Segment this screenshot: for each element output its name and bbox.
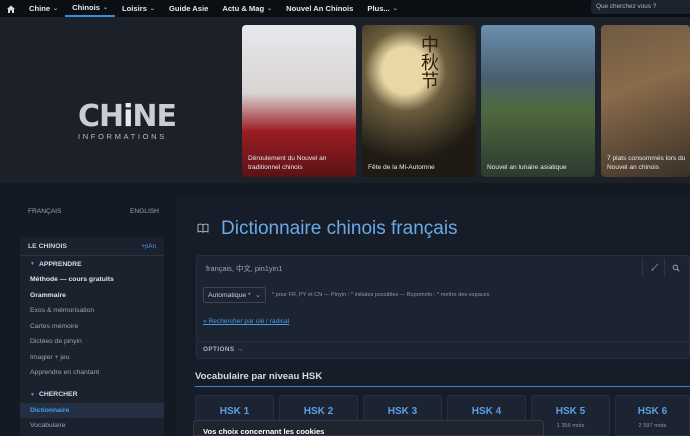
sidebar-item-cartes[interactable]: Cartes mémoire [20,319,164,335]
sidebar-item-chantant[interactable]: Apprendre en chantant [20,365,164,381]
top-navigation: Chine ⌄ Chinois ⌄ Loisirs ⌄ Guide Asie Actu… [0,0,690,17]
brush-icon[interactable] [645,258,665,277]
sidebar-item-methode[interactable]: Méthode — cours gratuits [20,272,164,288]
nav-loisirs[interactable]: Loisirs ⌄ [115,0,162,17]
sidebar-item-imagier[interactable]: Imagier + jeu [20,350,164,366]
chevron-down-icon: ⌄ [149,6,155,12]
nav-chine[interactable]: Chine ⌄ [22,0,65,17]
sidebar-item-dictionnaire[interactable]: Dictionnaire [20,402,164,418]
nav-guide-asie[interactable]: Guide Asie [162,0,215,17]
chevron-down-icon: ⌄ [53,6,59,12]
home-icon[interactable] [0,0,22,17]
nav-label: Nouvel An Chinois [286,4,354,13]
page-title: Dictionnaire chinois français [221,218,458,239]
triangle-down-icon: ▼ [30,391,35,398]
card-caption: 7 plats consommés lors du Nouvel an chin… [607,155,686,171]
section-label: CHERCHER [38,391,78,398]
sidebar-item-exos[interactable]: Exos & mémorisation [20,303,164,319]
logo-part: NE [132,99,177,134]
nav-plus[interactable]: Plus... ⌄ [360,0,404,17]
nav-label: Chinois [72,3,100,12]
hsk-divider [195,386,690,387]
book-icon [197,223,209,233]
hsk-level: HSK 5 [555,406,586,417]
chevron-down-icon: ⌄ [102,5,109,11]
select-value: Automatique * [208,291,251,299]
search-mode-select[interactable]: Automatique * ⌄ [203,287,266,303]
nav-label: Chine [29,4,51,13]
cookie-banner-title: Vos choix concernant les cookies [203,427,325,436]
nav-label: Guide Asie [168,4,209,13]
nav-actu-mag[interactable]: Actu & Mag ⌄ [215,0,279,17]
site-logo[interactable]: CHiNE INFORMATIONS [78,99,177,141]
sidebar-header: LE CHINOIS +pAn [20,237,164,256]
section-label: APPRENDRE [38,260,82,268]
search-icon[interactable] [666,258,686,277]
sidebar-item-vocabulaire[interactable]: Vocabulaire [20,418,164,434]
nav-label: Plus... [367,4,390,13]
search-hint: * pour FR, PY et CN — Pinyin : * initial… [272,292,490,298]
logo-part: CH [78,99,124,134]
article-card-7-plats[interactable]: 7 plats consommés lors du Nouvel an chin… [601,25,690,177]
lang-francais[interactable]: FRANÇAIS [28,208,61,215]
nav-label: Actu & Mag [222,4,265,13]
hsk-words: 2 597 mots [638,423,667,429]
card-chinese-characters: 中秋节 [418,35,439,89]
radical-search-link[interactable]: » Rechercher par clé / radical [203,318,289,325]
article-card-nouvel-an[interactable]: Déroulement du Nouvel an traditionnel ch… [242,25,356,177]
options-divider [196,341,690,357]
options-toggle[interactable]: OPTIONS → [203,346,244,353]
triangle-down-icon: ▼ [30,261,35,267]
chevron-down-icon: ⌄ [392,6,398,12]
site-search-input[interactable]: Que cherchez vous ? [591,0,690,14]
hsk-level: HSK 4 [471,406,502,417]
sidebar: LE CHINOIS +pAn ▼ APPRENDRE Méthode — cou… [20,237,164,436]
nav-nouvel-an[interactable]: Nouvel An Chinois [279,0,360,17]
sidebar-item-grammaire[interactable]: Grammaire [20,288,164,304]
hsk-level: HSK 2 [303,406,334,417]
nav-chinois[interactable]: Chinois ⌄ [65,0,116,17]
card-caption: Déroulement du Nouvel an traditionnel ch… [248,155,327,171]
logo-wordmark: CHiNE [78,99,177,134]
chevron-down-icon: ⌄ [255,292,261,299]
chevron-down-icon: ⌄ [267,6,273,12]
pinyin-toggle[interactable]: +pAn [141,243,156,250]
sidebar-item-dictees[interactable]: Dictées de pinyin [20,334,164,350]
lang-english[interactable]: ENGLISH [130,208,159,215]
hsk-level: HSK 6 [637,406,668,417]
sidebar-header-title: LE CHINOIS [28,242,67,250]
nav-label: Loisirs [122,4,147,13]
hsk-level: HSK 1 [219,406,250,417]
hsk-level: HSK 3 [387,406,418,417]
section-apprendre[interactable]: ▼ APPRENDRE [20,256,164,272]
dictionary-search-input[interactable]: français, 中文, pin1yin1 [200,258,643,277]
article-card-mi-automne[interactable]: 中秋节 Fête de la Mi-Automne [362,25,476,177]
hsk-section-title: Vocabulaire par niveau HSK [195,371,323,382]
article-card-nouvel-an-lunaire[interactable]: Nouvel an lunaire asiatique [481,25,595,177]
section-chercher[interactable]: ▼ CHERCHER [20,387,164,403]
card-caption: Fête de la Mi-Automne [368,164,435,171]
card-caption: Nouvel an lunaire asiatique [487,164,567,171]
hsk-card-6[interactable]: HSK 6 2 597 mots [615,395,690,436]
